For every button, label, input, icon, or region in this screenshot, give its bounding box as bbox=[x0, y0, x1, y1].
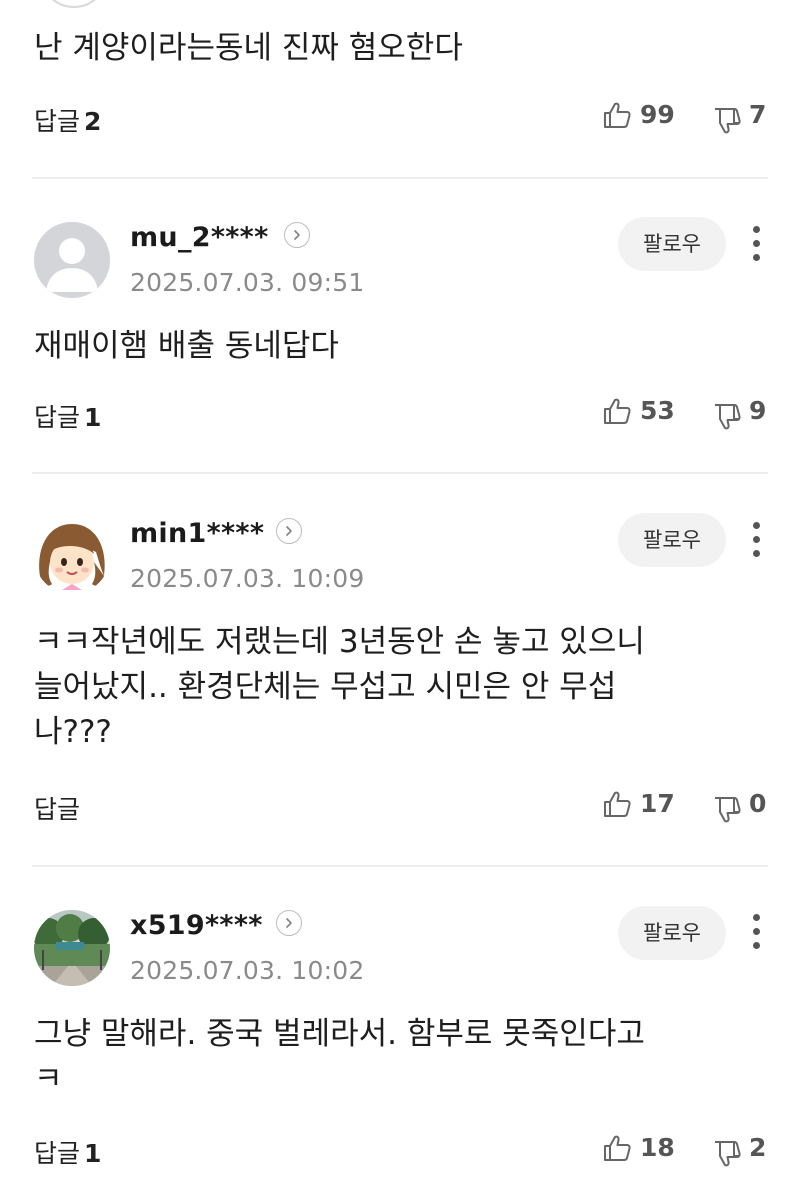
cartoon-girl-avatar bbox=[34, 518, 110, 594]
comment-date: 2025.07.03. 10:02 bbox=[130, 956, 365, 985]
comment-text-line: ㅋ bbox=[34, 1061, 63, 1097]
profile-link-button[interactable] bbox=[284, 222, 310, 248]
comment-text-line: 나??? bbox=[34, 714, 112, 750]
reply-label: 답글 bbox=[34, 1139, 81, 1168]
profile-link-button[interactable] bbox=[276, 910, 302, 936]
thumbs-down-icon bbox=[712, 1139, 742, 1169]
username[interactable]: min1**** bbox=[130, 518, 264, 549]
comment-text: 재매이햄 배출 동네답다 bbox=[34, 328, 339, 364]
thumbs-down-icon bbox=[712, 106, 742, 136]
landscape-photo-avatar bbox=[34, 910, 110, 986]
like-count: 53 bbox=[640, 396, 675, 425]
thumbs-up-icon bbox=[602, 396, 632, 426]
reply-label: 답글 bbox=[34, 107, 81, 136]
more-vertical-icon bbox=[753, 522, 760, 529]
thumbs-up-icon bbox=[602, 100, 632, 130]
username[interactable]: mu_2**** bbox=[130, 222, 269, 253]
username[interactable]: x519**** bbox=[130, 910, 263, 941]
follow-button[interactable]: 팔로우 bbox=[618, 217, 726, 271]
comment-text-line: 그냥 말해라. 중국 벌레라서. 함부로 못죽인다고 bbox=[34, 1016, 645, 1052]
more-vertical-icon bbox=[753, 226, 760, 233]
more-options-button[interactable] bbox=[750, 224, 764, 264]
comment-text-line: ㅋㅋ작년에도 저랬는데 3년동안 손 놓고 있으니 bbox=[34, 624, 645, 660]
chevron-right-icon bbox=[282, 524, 296, 538]
like-count: 17 bbox=[640, 789, 675, 818]
comment-date: 2025.07.03. 09:51 bbox=[130, 268, 365, 297]
avatar[interactable] bbox=[34, 910, 110, 986]
reply-button[interactable]: 답글 1 bbox=[34, 1134, 101, 1170]
more-options-button[interactable] bbox=[750, 520, 764, 560]
dislike-count: 9 bbox=[749, 396, 767, 425]
reply-count: 1 bbox=[84, 403, 102, 432]
comment-text: 그냥 말해라. 중국 벌레라서. 함부로 못죽인다고 ㅋ bbox=[34, 1012, 754, 1102]
default-user-icon bbox=[34, 222, 110, 298]
reply-button[interactable]: 답글 2 bbox=[34, 102, 101, 138]
divider bbox=[32, 177, 768, 179]
dislike-count: 2 bbox=[749, 1133, 767, 1162]
thumbs-up-icon bbox=[602, 789, 632, 819]
follow-button[interactable]: 팔로우 bbox=[618, 513, 726, 567]
divider bbox=[32, 472, 768, 474]
thumbs-down-icon bbox=[712, 795, 742, 825]
thumbs-down-icon bbox=[712, 402, 742, 432]
reply-button[interactable]: 답글 bbox=[34, 790, 84, 826]
avatar[interactable] bbox=[34, 518, 110, 594]
comment-text: 난 계양이라는동네 진짜 혐오한다 bbox=[34, 30, 463, 66]
reply-button[interactable]: 답글 1 bbox=[34, 398, 101, 434]
previous-avatar-edge bbox=[40, 0, 108, 8]
more-options-button[interactable] bbox=[750, 912, 764, 952]
reply-label: 답글 bbox=[34, 403, 81, 432]
reply-count: 1 bbox=[84, 1139, 102, 1168]
comment-text: ㅋㅋ작년에도 저랬는데 3년동안 손 놓고 있으니 늘어났지.. 환경단체는 무… bbox=[34, 620, 754, 755]
reply-label: 답글 bbox=[34, 795, 81, 824]
chevron-right-icon bbox=[290, 228, 304, 242]
dislike-count: 0 bbox=[749, 789, 767, 818]
avatar[interactable] bbox=[34, 222, 110, 298]
like-count: 99 bbox=[640, 100, 675, 129]
dislike-count: 7 bbox=[749, 100, 767, 129]
divider bbox=[32, 865, 768, 867]
reply-count: 2 bbox=[84, 107, 102, 136]
more-vertical-icon bbox=[753, 914, 760, 921]
comment-date: 2025.07.03. 10:09 bbox=[130, 564, 365, 593]
profile-link-button[interactable] bbox=[276, 518, 302, 544]
chevron-right-icon bbox=[282, 916, 296, 930]
follow-button[interactable]: 팔로우 bbox=[618, 906, 726, 960]
comment-text-line: 늘어났지.. 환경단체는 무섭고 시민은 안 무섭 bbox=[34, 669, 617, 705]
thumbs-up-icon bbox=[602, 1133, 632, 1163]
like-count: 18 bbox=[640, 1133, 675, 1162]
